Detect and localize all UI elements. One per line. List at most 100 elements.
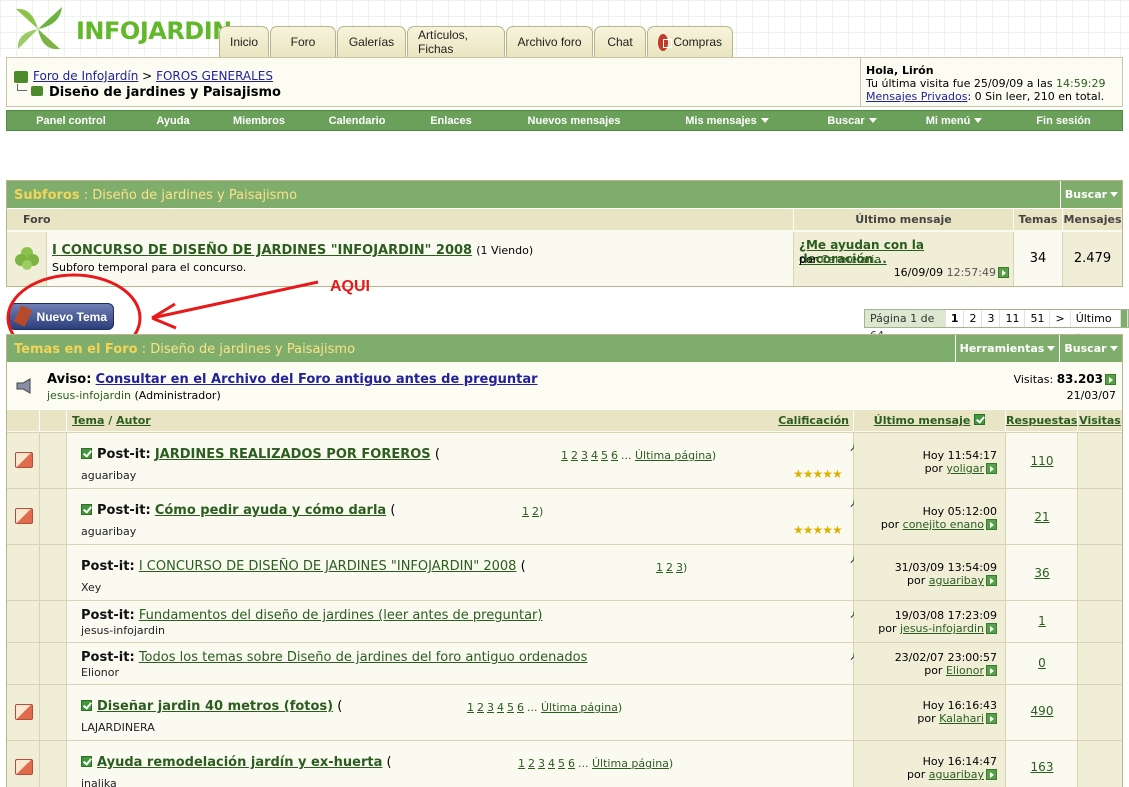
- go-to-last-post-icon[interactable]: [986, 713, 997, 724]
- nav-mis-mensajes[interactable]: Mis mensajes: [653, 115, 801, 127]
- topic-title-link[interactable]: Cómo pedir ayuda y cómo darla: [155, 503, 386, 518]
- page-link[interactable]: 2: [964, 310, 983, 327]
- topic-page-link[interactable]: 6: [517, 701, 524, 714]
- go-to-last-post-icon[interactable]: [998, 267, 1009, 278]
- page-link[interactable]: 11: [1000, 310, 1026, 327]
- sort-tema-link[interactable]: Tema: [72, 414, 104, 427]
- subforum-last-author-link[interactable]: Carmelaria: [821, 253, 881, 266]
- topic-page-link[interactable]: 4: [591, 449, 598, 462]
- col-ultimo-mensaje: Último mensaje: [794, 209, 1014, 231]
- nav-miembros[interactable]: Miembros: [211, 115, 307, 127]
- page-link[interactable]: 51: [1025, 310, 1051, 327]
- notice-author-link[interactable]: jesus-infojardin: [47, 389, 131, 402]
- notice-link[interactable]: Consultar en el Archivo del Foro antiguo…: [96, 372, 538, 387]
- sort-autor-link[interactable]: Autor: [116, 414, 151, 427]
- site-logo[interactable]: INFOJARDIN: [10, 3, 232, 53]
- topic-page-link[interactable]: 4: [497, 701, 504, 714]
- nav-enlaces[interactable]: Enlaces: [407, 115, 495, 127]
- tab-chat[interactable]: Chat: [594, 26, 646, 57]
- replies-link[interactable]: 0: [1006, 656, 1078, 670]
- topic-page-link[interactable]: 2: [571, 449, 578, 462]
- subforum-link[interactable]: I CONCURSO DE DISEÑO DE JARDINES "INFOJA…: [52, 243, 472, 258]
- last-post-author-link[interactable]: jesus-infojardin: [900, 622, 984, 635]
- topic-page-link[interactable]: 2: [528, 757, 535, 770]
- private-messages-link[interactable]: Mensajes Privados: [866, 90, 967, 103]
- nav-buscar[interactable]: Buscar: [801, 115, 903, 127]
- sort-visitas-link[interactable]: Visitas: [1078, 410, 1122, 432]
- sort-ultimo-link[interactable]: Último mensaje: [874, 414, 971, 427]
- tools-label: Herramientas: [959, 342, 1045, 355]
- topic-title-link[interactable]: Diseñar jardin 40 metros (fotos): [97, 699, 333, 714]
- go-to-last-post-icon[interactable]: [1105, 374, 1116, 385]
- nav-calendario[interactable]: Calendario: [307, 115, 407, 127]
- last-post-author-link[interactable]: Kalahari: [939, 712, 984, 725]
- new-topic-button[interactable]: Nuevo Tema: [9, 303, 114, 330]
- go-to-last-post-icon[interactable]: [986, 519, 997, 530]
- topic-title-link[interactable]: JARDINES REALIZADOS POR FOREROS: [155, 447, 431, 462]
- sort-calificacion-link[interactable]: Calificación: [778, 410, 849, 432]
- replies-link[interactable]: 163: [1006, 760, 1078, 774]
- tools-button[interactable]: Herramientas: [955, 335, 1059, 362]
- sort-respuestas-link[interactable]: Respuestas: [1006, 410, 1078, 432]
- nav-panel-control[interactable]: Panel control: [7, 115, 135, 127]
- topic-page-link[interactable]: 3: [538, 757, 545, 770]
- topic-page-link[interactable]: 3: [581, 449, 588, 462]
- replies-link[interactable]: 1: [1006, 614, 1078, 628]
- topic-page-link[interactable]: 1: [467, 701, 474, 714]
- topic-page-link[interactable]: 1: [561, 449, 568, 462]
- topic-page-link[interactable]: 6: [611, 449, 618, 462]
- topic-last-page-link[interactable]: Última página: [635, 449, 712, 462]
- topics-search-button[interactable]: Buscar: [1059, 335, 1122, 362]
- tab-label: Galerías: [348, 35, 395, 49]
- nav-nuevos-mensajes[interactable]: Nuevos mensajes: [495, 115, 653, 127]
- topic-page-link[interactable]: 2: [477, 701, 484, 714]
- topic-title-link[interactable]: Fundamentos del diseño de jardines (leer…: [139, 608, 543, 623]
- page-link[interactable]: 3: [982, 310, 1001, 327]
- tab-compras[interactable]: Compras: [647, 26, 733, 57]
- topic-page-link[interactable]: 3: [487, 701, 494, 714]
- topic-last-page-link[interactable]: Última página: [541, 701, 618, 714]
- nav-mi-menu[interactable]: Mi menú: [903, 115, 1005, 127]
- tab-inicio[interactable]: Inicio: [219, 26, 269, 57]
- go-to-last-post-icon[interactable]: [986, 463, 997, 474]
- topic-page-link[interactable]: 5: [601, 449, 608, 462]
- topic-page-link[interactable]: 2: [532, 505, 539, 518]
- topic-page-link[interactable]: 1: [522, 505, 529, 518]
- page-last[interactable]: Último »: [1071, 310, 1122, 342]
- go-to-last-post-icon[interactable]: [986, 575, 997, 586]
- tab-foro[interactable]: Foro: [270, 26, 336, 57]
- tab-archivo-foro[interactable]: Archivo foro: [506, 26, 593, 57]
- last-post-author-link[interactable]: conejito enano: [903, 518, 984, 531]
- subforums-search-button[interactable]: Buscar: [1060, 181, 1122, 208]
- breadcrumb-root-link[interactable]: Foro de InfoJardín: [33, 69, 138, 83]
- topic-page-link[interactable]: 5: [558, 757, 565, 770]
- topic-title-link[interactable]: I CONCURSO DE DISEÑO DE JARDINES "INFOJA…: [139, 559, 517, 574]
- page-next[interactable]: >: [1050, 310, 1071, 327]
- tab-galerias[interactable]: Galerías: [337, 26, 406, 57]
- go-to-last-post-icon[interactable]: [986, 769, 997, 780]
- topic-title-link[interactable]: Todos los temas sobre Diseño de jardines…: [139, 650, 588, 665]
- go-to-last-post-icon[interactable]: [986, 623, 997, 634]
- replies-link[interactable]: 490: [1006, 704, 1078, 718]
- replies-link[interactable]: 110: [1006, 454, 1078, 468]
- topic-page-link[interactable]: 4: [548, 757, 555, 770]
- topic-page-link[interactable]: 1: [518, 757, 525, 770]
- topic-title-link[interactable]: Ayuda remodelación jardín y ex-huerta: [97, 755, 382, 770]
- last-post-author-link[interactable]: aguaribay: [929, 768, 984, 781]
- topic-last-page-link[interactable]: Última página: [592, 757, 669, 770]
- topic-page-link[interactable]: 1: [656, 561, 663, 574]
- last-post-author-link[interactable]: aguaribay: [929, 574, 984, 587]
- nav-ayuda[interactable]: Ayuda: [135, 115, 211, 127]
- topic-page-link[interactable]: 6: [568, 757, 575, 770]
- last-post-author-link[interactable]: yoligar: [946, 462, 984, 475]
- replies-link[interactable]: 21: [1006, 510, 1078, 524]
- go-to-last-post-icon[interactable]: [986, 665, 997, 676]
- last-post-author-link[interactable]: Elionor: [946, 664, 984, 677]
- topic-page-link[interactable]: 5: [507, 701, 514, 714]
- replies-link[interactable]: 36: [1006, 566, 1078, 580]
- tab-articulos[interactable]: Artículos, Fichas: [407, 26, 505, 57]
- breadcrumb-parent-link[interactable]: FOROS GENERALES: [156, 69, 273, 83]
- topic-page-link[interactable]: 3: [676, 561, 683, 574]
- nav-fin-sesion[interactable]: Fin sesión: [1005, 115, 1122, 127]
- topic-page-link[interactable]: 2: [666, 561, 673, 574]
